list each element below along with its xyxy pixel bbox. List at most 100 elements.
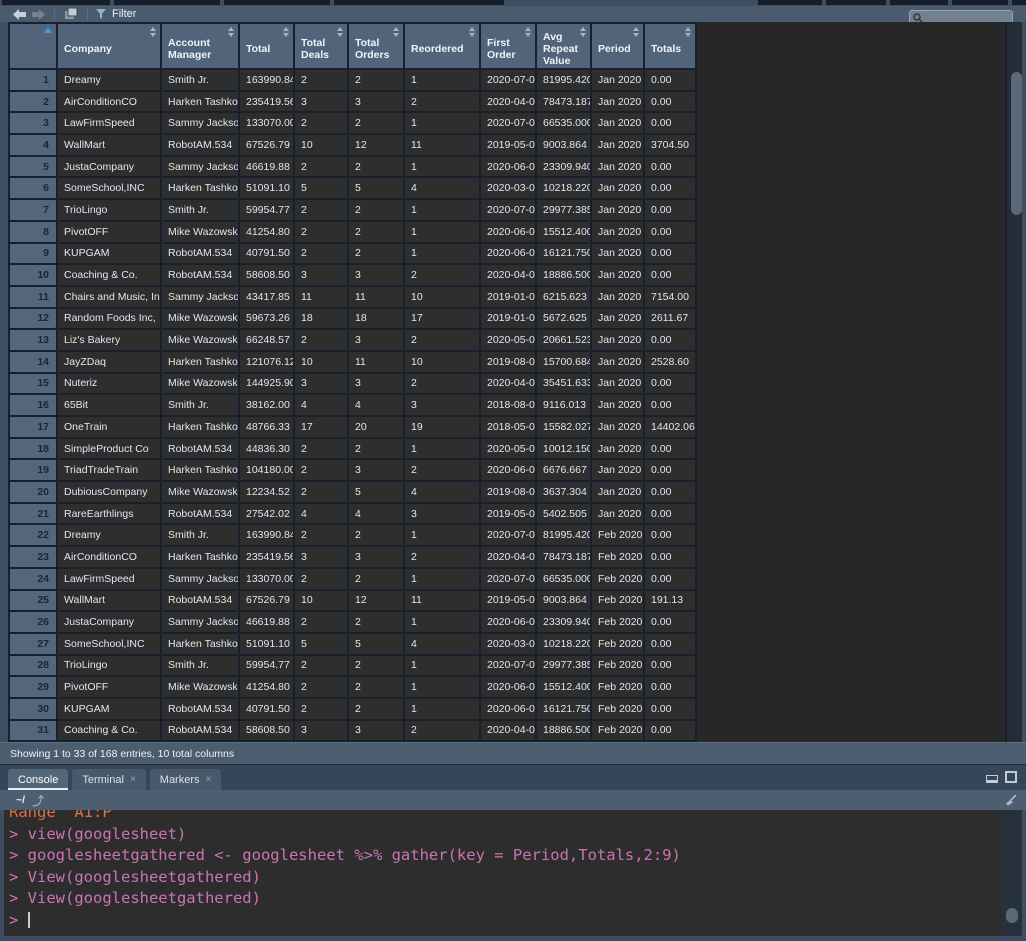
row-number-cell: 1	[10, 70, 58, 90]
table-cell: 4	[295, 504, 349, 524]
maximize-icon[interactable]	[1005, 771, 1017, 783]
column-header-label: Period	[598, 43, 631, 55]
table-cell: 9116.013	[537, 395, 592, 415]
table-row: 10Coaching & Co.RobotAM.53458608.5033220…	[10, 265, 697, 287]
table-cell: 2020-06-01	[481, 157, 537, 177]
table-cell: 2	[405, 374, 481, 394]
table-cell: 0.00	[645, 482, 697, 502]
table-cell: 59954.77	[240, 200, 295, 220]
table-cell: Feb 2020	[592, 547, 645, 567]
column-header-company[interactable]: Company	[58, 24, 162, 68]
table-cell: 1	[405, 439, 481, 459]
table-cell: 2020-04-01	[481, 547, 537, 567]
tab-label: Markers	[160, 774, 200, 786]
table-cell: 2	[295, 699, 349, 719]
table-cell: 3	[295, 92, 349, 112]
column-header-total-deals[interactable]: Total Deals	[295, 24, 349, 68]
table-cell: Harken Tashkov	[162, 352, 240, 372]
column-header-label: Total Deals	[301, 37, 343, 61]
table-cell: Harken Tashkov	[162, 92, 240, 112]
table-cell: 163990.84	[240, 525, 295, 545]
column-header-reordered[interactable]: Reordered	[405, 24, 481, 68]
table-cell: 2020-07-01	[481, 200, 537, 220]
table-cell: 11	[349, 352, 405, 372]
table-cell: WallMart	[58, 591, 162, 611]
table-cell: 35451.633	[537, 374, 592, 394]
column-header-row-number[interactable]	[10, 24, 58, 68]
table-cell: 2	[349, 612, 405, 632]
table-cell: 0.00	[645, 265, 697, 285]
table-cell: Mike Wazowski	[162, 374, 240, 394]
table-cell: Nuteriz	[58, 374, 162, 394]
open-in-new-window-icon[interactable]	[64, 8, 78, 20]
table-cell: Jan 2020	[592, 113, 645, 133]
table-cell: 144925.90	[240, 374, 295, 394]
table-cell: 0.00	[645, 330, 697, 350]
table-cell: 10	[295, 135, 349, 155]
table-cell: 2020-03-01	[481, 634, 537, 654]
table-cell: 2	[295, 439, 349, 459]
table-cell: 2019-05-01	[481, 591, 537, 611]
table-cell: Jan 2020	[592, 374, 645, 394]
table-cell: 20	[349, 417, 405, 437]
column-header-account-manager[interactable]: Account Manager	[162, 24, 240, 68]
table-cell: 2	[405, 460, 481, 480]
table-cell: 2020-06-01	[481, 699, 537, 719]
table-vertical-scrollbar[interactable]	[1005, 22, 1022, 742]
console-line: > view(googlesheet)	[9, 824, 1022, 846]
column-header-first-order[interactable]: First Order	[481, 24, 537, 68]
back-icon[interactable]	[13, 9, 26, 20]
tab-close-icon[interactable]: ×	[130, 775, 136, 785]
table-cell: 163990.84	[240, 70, 295, 90]
tab-console[interactable]: Console	[8, 769, 68, 790]
table-cell: 235419.56	[240, 547, 295, 567]
column-header-avg-repeat-value[interactable]: Avg Repeat Value	[537, 24, 592, 68]
column-header-total-orders[interactable]: Total Orders	[349, 24, 405, 68]
console-scrollbar[interactable]	[1002, 810, 1022, 936]
table-cell: Jan 2020	[592, 157, 645, 177]
sort-icon	[525, 27, 531, 37]
tab-terminal[interactable]: Terminal×	[72, 769, 145, 790]
table-cell: 2	[349, 222, 405, 242]
row-number-cell: 21	[10, 504, 58, 524]
table-cell: TrioLingo	[58, 656, 162, 676]
table-cell: 78473.187	[537, 92, 592, 112]
tab-markers[interactable]: Markers ×	[150, 769, 222, 790]
table-cell: 0.00	[645, 439, 697, 459]
console-line-text: > googlesheetgathered <- googlesheet %>%…	[9, 846, 681, 864]
table-cell: Smith Jr.	[162, 70, 240, 90]
filter-button[interactable]: Filter	[96, 8, 136, 20]
table-cell: 2019-08-01	[481, 482, 537, 502]
goto-directory-icon[interactable]: ⤴	[32, 792, 44, 809]
minimize-icon[interactable]	[986, 775, 998, 783]
viewer-toolbar: Filter	[0, 6, 1026, 22]
console-line-text: Range "A1:P"	[9, 810, 121, 821]
console-line-text: > View(googlesheetgathered)	[9, 868, 261, 886]
column-header-total[interactable]: Total	[240, 24, 295, 68]
table-row: 27SomeSchool,INCHarken Tashkov51091.1055…	[10, 634, 697, 656]
table-cell: 1	[405, 612, 481, 632]
table-cell: Sammy Jackson	[162, 612, 240, 632]
table-cell: JustaCompany	[58, 157, 162, 177]
column-header-period[interactable]: Period	[592, 24, 645, 68]
row-number-cell: 5	[10, 157, 58, 177]
table-cell: Harken Tashkov	[162, 460, 240, 480]
console-scrollbar-thumb[interactable]	[1006, 908, 1018, 923]
forward-icon[interactable]	[32, 9, 45, 20]
table-cell: 18886.500	[537, 265, 592, 285]
table-cell: Sammy Jackson	[162, 287, 240, 307]
scrollbar-thumb[interactable]	[1011, 72, 1022, 215]
column-header-totals[interactable]: Totals	[645, 24, 697, 68]
tab-close-icon[interactable]: ×	[206, 775, 212, 785]
table-cell: 2019-01-01	[481, 309, 537, 329]
table-cell: 51091.10	[240, 178, 295, 198]
table-cell: 15512.400	[537, 222, 592, 242]
table-row: 19TriadTradeTrainHarken Tashkov104180.00…	[10, 460, 697, 482]
table-cell: 2	[295, 70, 349, 90]
table-cell: 41254.80	[240, 222, 295, 242]
search-icon	[913, 13, 923, 23]
table-cell: 2020-05-01	[481, 439, 537, 459]
table-cell: 1	[405, 244, 481, 264]
table-cell: AirConditionCO	[58, 547, 162, 567]
working-directory-link[interactable]: ~/	[16, 794, 25, 806]
